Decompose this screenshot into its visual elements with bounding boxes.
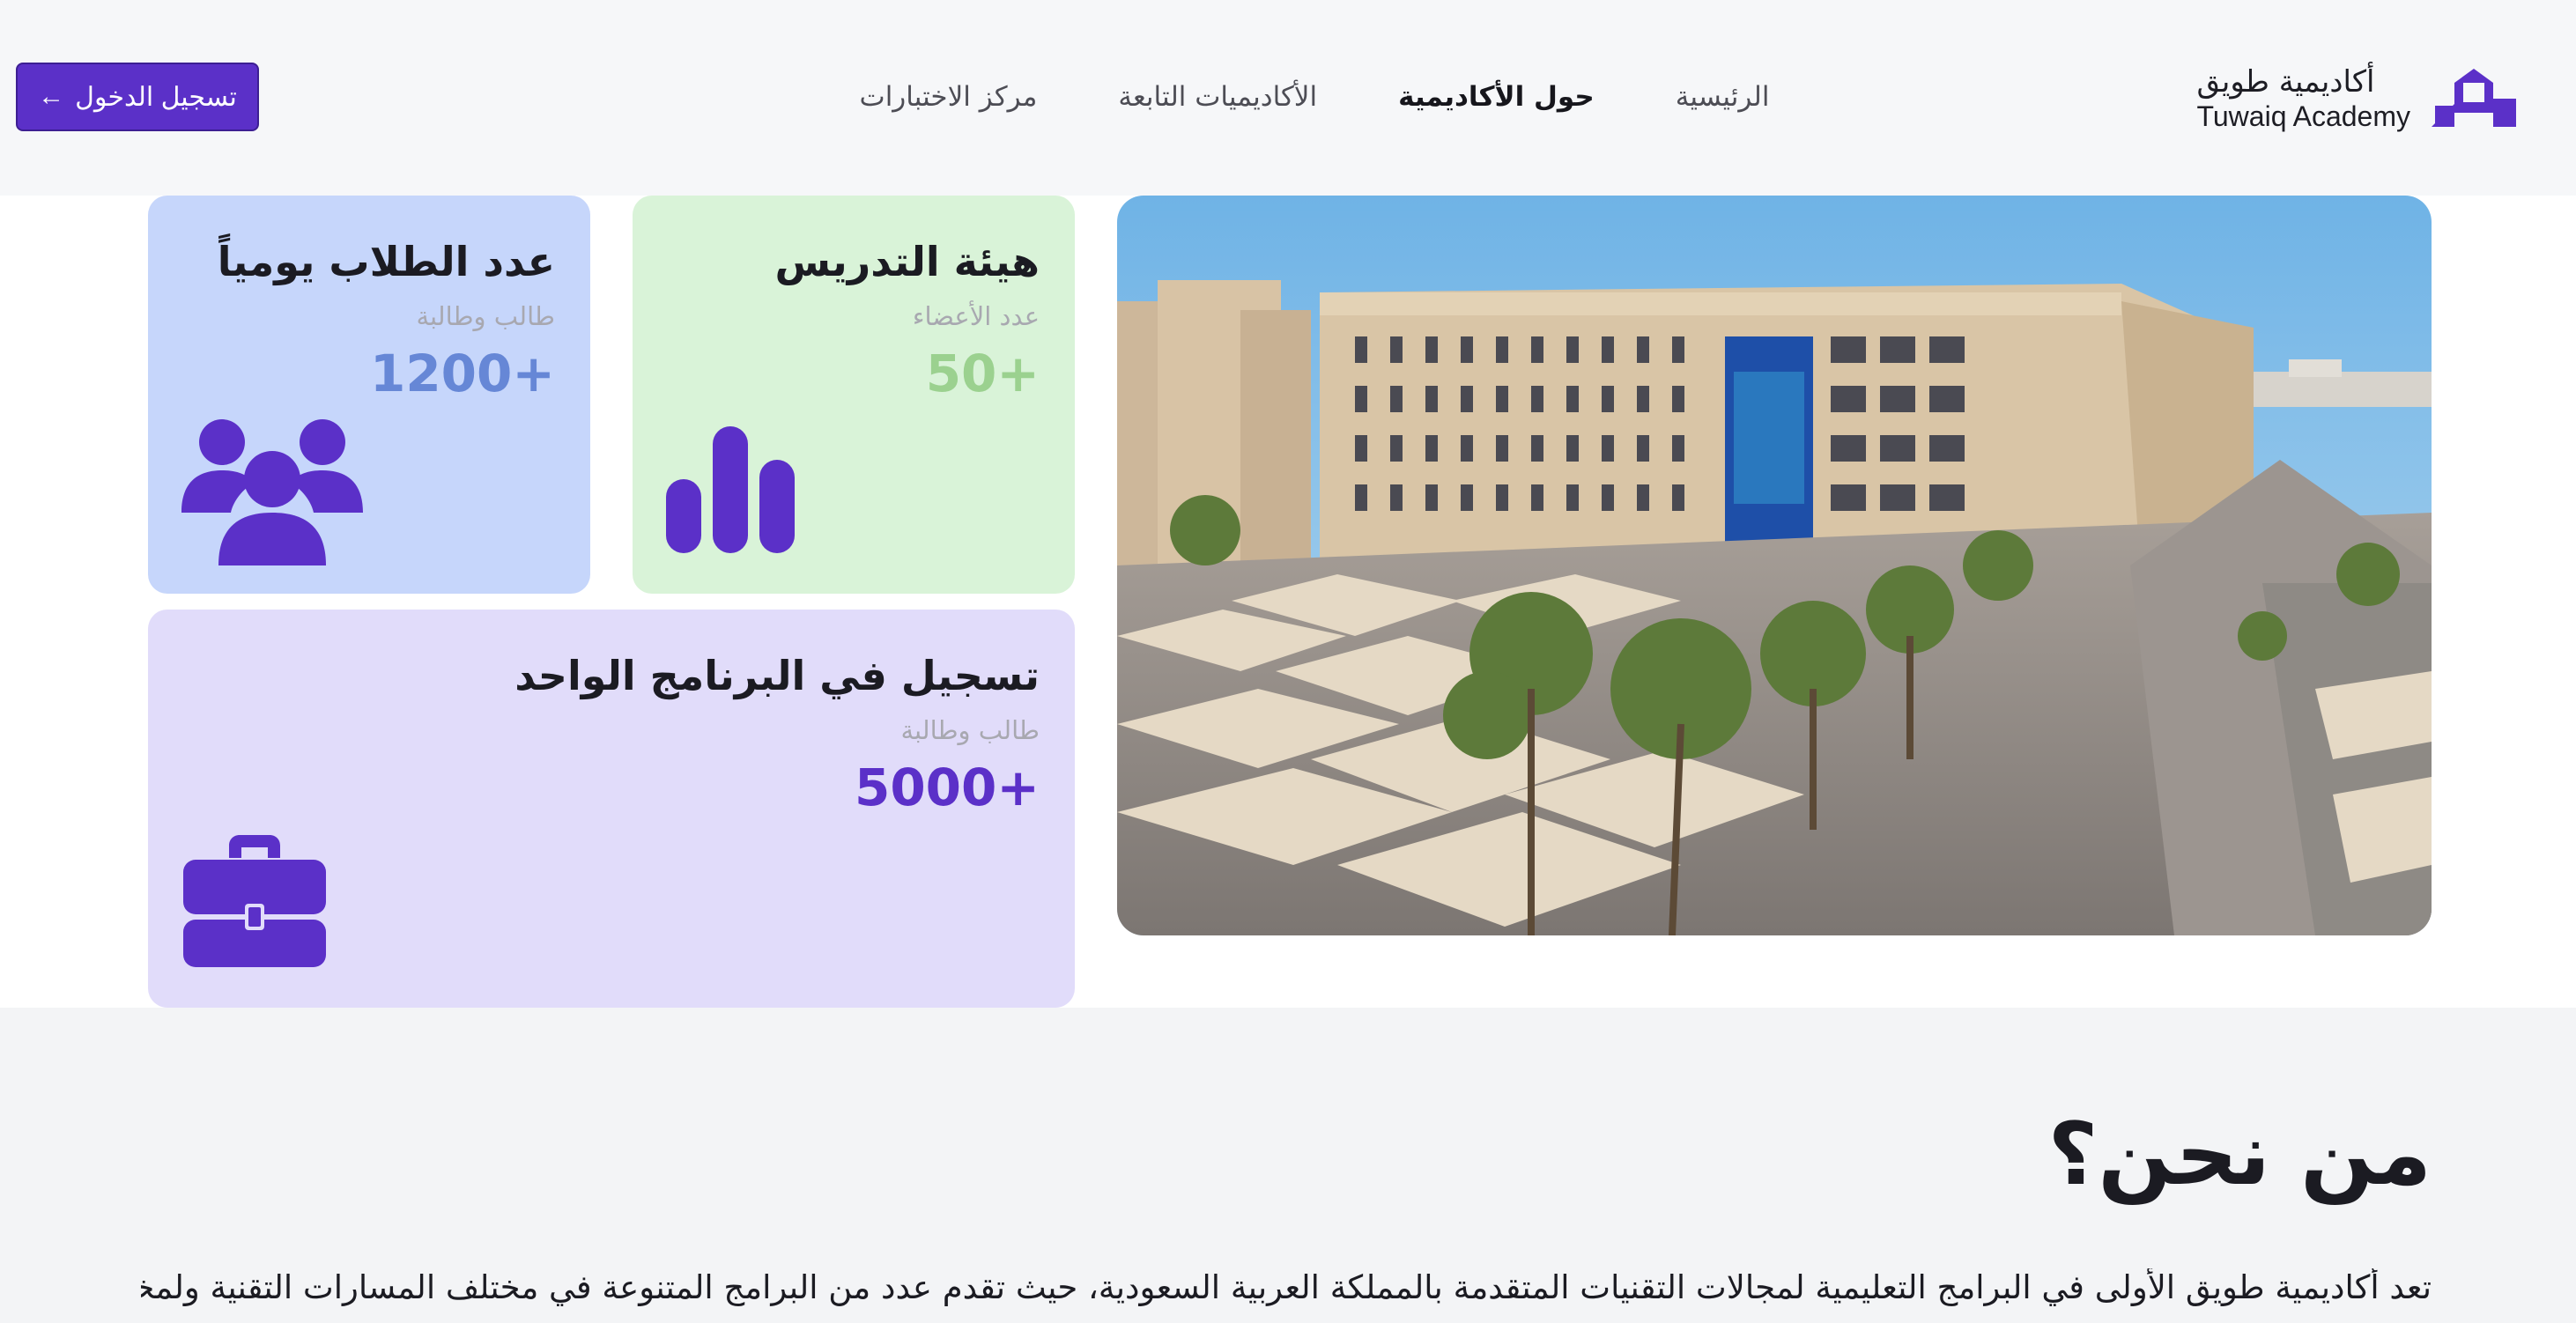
stat-subtitle: طالب وطالبة bbox=[416, 301, 555, 331]
nav-item-affiliated-academies[interactable]: الأكاديميات التابعة bbox=[1118, 81, 1317, 113]
arrow-left-icon: ← bbox=[38, 82, 65, 111]
about-section: من نحن؟ تعد أكاديمية طويق الأولى في البر… bbox=[0, 1008, 2576, 1323]
login-label: تسجيل الدخول bbox=[75, 82, 237, 112]
campus-photo bbox=[1117, 196, 2432, 935]
stat-title: هيئة التدريس bbox=[774, 238, 1040, 285]
stat-subtitle: عدد الأعضاء bbox=[912, 301, 1040, 331]
stat-value: 5000+ bbox=[854, 758, 1040, 817]
stat-value: 1200+ bbox=[369, 344, 555, 403]
stat-value: 50+ bbox=[925, 344, 1040, 403]
nav-item-home[interactable]: الرئيسية bbox=[1676, 81, 1770, 113]
login-button[interactable]: تسجيل الدخول ← bbox=[16, 63, 259, 131]
nav-item-about[interactable]: حول الأكاديمية bbox=[1398, 81, 1595, 113]
stat-title: تسجيل في البرنامج الواحد bbox=[514, 652, 1040, 699]
about-title: من نحن؟ bbox=[2047, 1105, 2432, 1205]
stat-subtitle: طالب وطالبة bbox=[900, 715, 1040, 745]
main-nav: الرئيسية حول الأكاديمية الأكاديميات التا… bbox=[0, 72, 2576, 122]
nav-item-testing-center[interactable]: مركز الاختبارات bbox=[860, 81, 1038, 113]
bar-chart-icon bbox=[666, 426, 795, 557]
briefcase-icon bbox=[183, 835, 326, 971]
stats-section: عدد الطلاب يومياً طالب وطالبة 1200+ هيئة… bbox=[0, 196, 2576, 1008]
users-group-icon bbox=[181, 416, 363, 569]
stat-title: عدد الطلاب يومياً bbox=[217, 238, 555, 285]
site-header: أكاديمية طويق Tuwaiq Academy الرئيسية حو… bbox=[0, 0, 2576, 196]
stat-card-enrollment: تسجيل في البرنامج الواحد طالب وطالبة 500… bbox=[148, 610, 1075, 1008]
about-text: تعد أكاديمية طويق الأولى في البرامج التع… bbox=[141, 1268, 2432, 1306]
stat-card-faculty: هيئة التدريس عدد الأعضاء 50+ bbox=[633, 196, 1075, 594]
stat-card-students: عدد الطلاب يومياً طالب وطالبة 1200+ bbox=[148, 196, 590, 594]
